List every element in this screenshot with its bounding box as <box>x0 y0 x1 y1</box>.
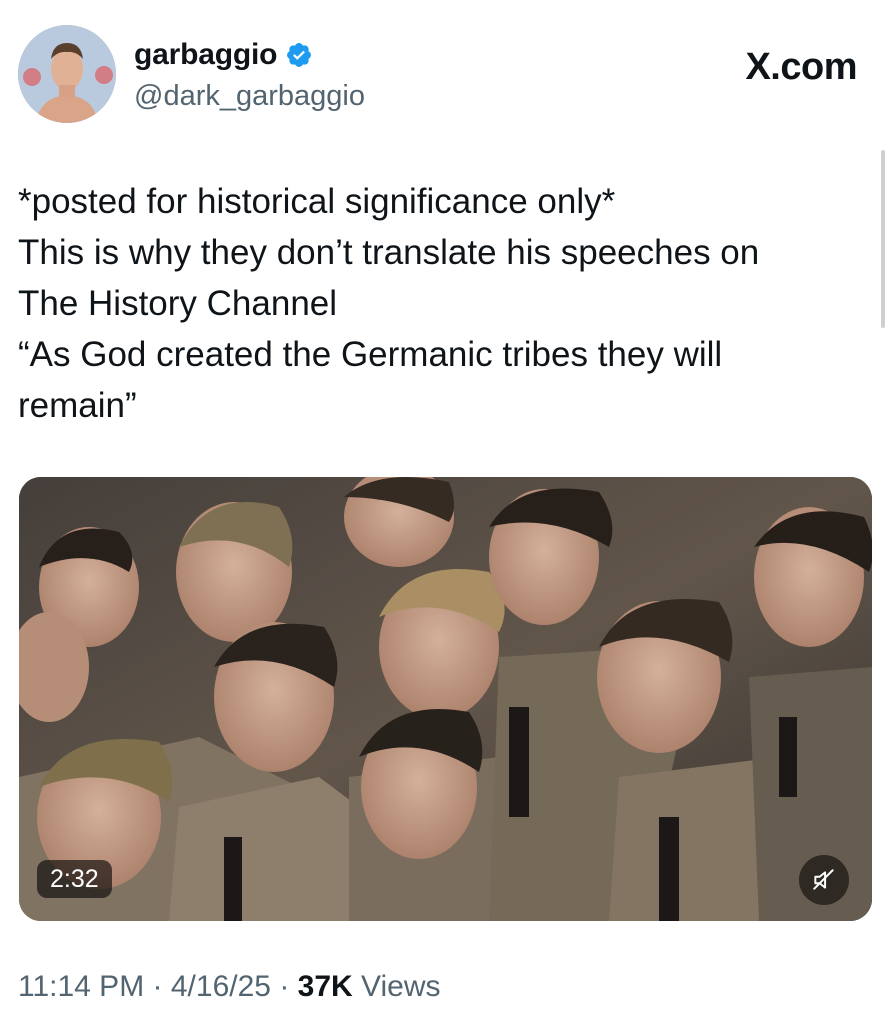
views-count[interactable]: 37K <box>298 970 353 1003</box>
meta-separator: · <box>279 970 290 1003</box>
tweet-date[interactable]: 4/16/25 <box>171 970 271 1003</box>
display-name[interactable]: garbaggio <box>134 38 277 72</box>
tweet-line: “As God created the Germanic tribes they… <box>18 335 723 374</box>
muted-speaker-icon <box>813 869 834 890</box>
author-handle[interactable]: @dark_garbaggio <box>134 80 365 113</box>
meta-separator: · <box>152 970 163 1003</box>
tweet-meta: 11:14 PM · 4/16/25 · 37K Views <box>18 970 441 1004</box>
views-label[interactable]: Views <box>361 970 440 1003</box>
scrollbar[interactable] <box>881 150 885 328</box>
verified-badge-icon <box>285 41 313 69</box>
video-duration-badge: 2:32 <box>37 860 112 898</box>
tweet-line: remain” <box>18 386 137 425</box>
mute-button[interactable] <box>799 855 849 905</box>
avatar[interactable] <box>18 25 116 123</box>
tweet-line: The History Channel <box>18 284 338 323</box>
tweet-text: *posted for historical significance only… <box>18 176 858 431</box>
tweet-time[interactable]: 11:14 PM <box>18 970 144 1003</box>
author-name-row[interactable]: garbaggio <box>134 38 313 72</box>
video-thumbnail <box>19 477 872 921</box>
avatar-image <box>18 25 116 123</box>
video-player[interactable] <box>19 477 872 921</box>
x-com-watermark: X.com <box>745 46 857 88</box>
tweet-line: *posted for historical significance only… <box>18 182 616 221</box>
tweet-line: This is why they don’t translate his spe… <box>18 233 760 272</box>
